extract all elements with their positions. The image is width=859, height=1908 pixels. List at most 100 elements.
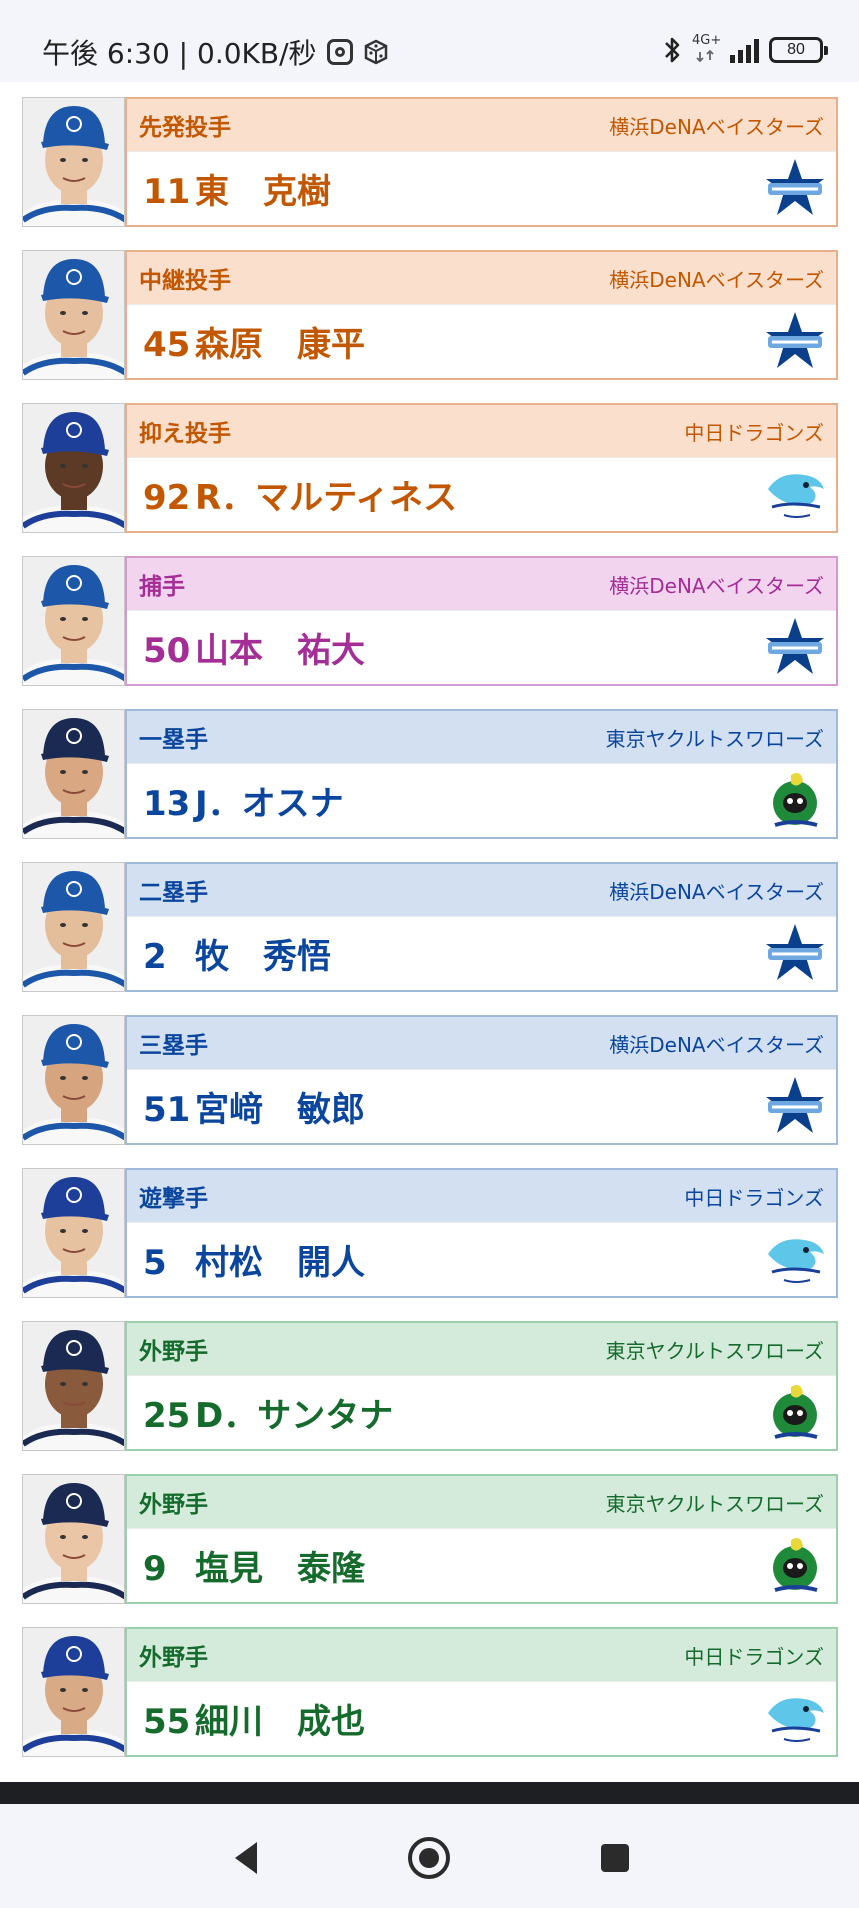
player-name: 宮﨑 敏郎 xyxy=(195,1090,365,1130)
team-logo-icon xyxy=(760,1381,830,1445)
team-logo-icon xyxy=(760,1534,830,1598)
player-nameline: 25 D．サンタナ xyxy=(143,1388,393,1437)
player-card[interactable]: 捕手 横浜DeNAベイスターズ 50 山本 祐大 xyxy=(22,556,838,686)
player-number: 55 xyxy=(143,1702,191,1742)
player-body: 45 森原 康平 xyxy=(127,304,836,378)
team-logo-icon xyxy=(760,769,830,833)
player-card[interactable]: 中継投手 横浜DeNAベイスターズ 45 森原 康平 xyxy=(22,250,838,380)
player-number: 51 xyxy=(143,1090,191,1130)
player-nameline: 92 R．マルティネス xyxy=(143,470,457,519)
player-header: 捕手 横浜DeNAベイスターズ xyxy=(127,558,836,610)
player-number: 11 xyxy=(143,172,191,212)
player-nameline: 5 村松 開人 xyxy=(143,1235,365,1284)
player-position: 先発投手 xyxy=(139,115,231,141)
player-header: 遊撃手 中日ドラゴンズ xyxy=(127,1170,836,1222)
player-body: 92 R．マルティネス xyxy=(127,457,836,531)
team-logo-icon xyxy=(760,463,830,527)
team-logo-icon xyxy=(760,1075,830,1139)
player-card[interactable]: 外野手 東京ヤクルトスワローズ 25 D．サンタナ xyxy=(22,1321,838,1451)
player-header: 中継投手 横浜DeNAベイスターズ xyxy=(127,252,836,304)
player-name: 塩見 泰隆 xyxy=(195,1549,365,1589)
player-number: 5 xyxy=(143,1243,167,1283)
player-nameline: 45 森原 康平 xyxy=(143,317,365,366)
team-logo-icon xyxy=(760,157,830,221)
player-photo xyxy=(22,862,125,992)
player-photo xyxy=(22,1015,125,1145)
player-card[interactable]: 三塁手 横浜DeNAベイスターズ 51 宮﨑 敏郎 xyxy=(22,1015,838,1145)
player-body: 5 村松 開人 xyxy=(127,1222,836,1296)
bluetooth-icon xyxy=(665,37,680,63)
player-number: 45 xyxy=(143,325,191,365)
player-body: 55 細川 成也 xyxy=(127,1681,836,1755)
player-team: 東京ヤクルトスワローズ xyxy=(605,726,824,751)
player-name: J．オスナ xyxy=(195,784,344,824)
player-photo xyxy=(22,1168,125,1298)
player-team: 横浜DeNAベイスターズ xyxy=(609,1032,824,1057)
player-position: 捕手 xyxy=(139,574,185,600)
player-name: 山本 祐大 xyxy=(195,631,365,671)
player-card[interactable]: 外野手 東京ヤクルトスワローズ 9 塩見 泰隆 xyxy=(22,1474,838,1604)
dice-icon xyxy=(364,39,387,65)
player-team: 横浜DeNAベイスターズ xyxy=(609,267,824,292)
player-photo xyxy=(22,709,125,839)
signal-icon xyxy=(730,37,759,63)
player-photo xyxy=(22,403,125,533)
recents-icon xyxy=(601,1844,629,1872)
player-body: 11 東 克樹 xyxy=(127,151,836,225)
player-position: 二塁手 xyxy=(139,880,208,906)
player-name: 森原 康平 xyxy=(195,325,365,365)
player-header: 抑え投手 中日ドラゴンズ xyxy=(127,405,836,457)
team-logo-icon xyxy=(760,310,830,374)
player-body: 9 塩見 泰隆 xyxy=(127,1528,836,1602)
player-name: R．マルティネス xyxy=(195,478,458,518)
network-4g-icon: 4G+ xyxy=(692,33,722,66)
player-name: 村松 開人 xyxy=(195,1243,365,1283)
player-position: 遊撃手 xyxy=(139,1186,208,1212)
player-photo xyxy=(22,556,125,686)
player-name: D．サンタナ xyxy=(195,1396,394,1436)
player-body: 25 D．サンタナ xyxy=(127,1375,836,1449)
player-photo xyxy=(22,1627,125,1757)
player-info: 一塁手 東京ヤクルトスワローズ 13 J．オスナ xyxy=(125,709,838,839)
battery-level: 80 xyxy=(787,41,805,58)
home-button[interactable] xyxy=(405,1834,453,1882)
player-card[interactable]: 外野手 中日ドラゴンズ 55 細川 成也 xyxy=(22,1627,838,1757)
player-nameline: 9 塩見 泰隆 xyxy=(143,1541,365,1590)
lineup-list: 先発投手 横浜DeNAベイスターズ 11 東 克樹 中継投手 横浜DeNAベイスターズ 45… xyxy=(22,97,838,1780)
team-logo-icon xyxy=(760,922,830,986)
player-card[interactable]: 二塁手 横浜DeNAベイスターズ 2 牧 秀悟 xyxy=(22,862,838,992)
player-nameline: 11 東 克樹 xyxy=(143,164,331,213)
instagram-icon xyxy=(326,39,353,65)
player-team: 中日ドラゴンズ xyxy=(684,1185,824,1210)
back-button[interactable] xyxy=(222,1834,270,1882)
player-position: 外野手 xyxy=(139,1492,208,1518)
status-time-network: 午後 6:30 | 0.0KB/秒 xyxy=(42,37,317,70)
navigation-bar xyxy=(0,1804,859,1908)
player-info: 先発投手 横浜DeNAベイスターズ 11 東 克樹 xyxy=(125,97,838,227)
player-info: 捕手 横浜DeNAベイスターズ 50 山本 祐大 xyxy=(125,556,838,686)
player-body: 2 牧 秀悟 xyxy=(127,916,836,990)
player-card[interactable]: 抑え投手 中日ドラゴンズ 92 R．マルティネス xyxy=(22,403,838,533)
team-logo-icon xyxy=(760,616,830,680)
player-card[interactable]: 遊撃手 中日ドラゴンズ 5 村松 開人 xyxy=(22,1168,838,1298)
status-right: 4G+ 80 xyxy=(662,33,828,66)
player-team: 東京ヤクルトスワローズ xyxy=(605,1491,824,1516)
player-team: 中日ドラゴンズ xyxy=(684,420,824,445)
player-header: 先発投手 横浜DeNAベイスターズ xyxy=(127,99,836,151)
network-label: 4G+ xyxy=(692,33,722,48)
player-position: 一塁手 xyxy=(139,727,208,753)
recents-button[interactable] xyxy=(591,1834,639,1882)
player-info: 外野手 中日ドラゴンズ 55 細川 成也 xyxy=(125,1627,838,1757)
player-card[interactable]: 先発投手 横浜DeNAベイスターズ 11 東 克樹 xyxy=(22,97,838,227)
player-photo xyxy=(22,1321,125,1451)
player-team: 東京ヤクルトスワローズ xyxy=(605,1338,824,1363)
player-number: 9 xyxy=(143,1549,167,1589)
team-logo-icon xyxy=(760,1228,830,1292)
player-header: 外野手 中日ドラゴンズ xyxy=(127,1629,836,1681)
player-body: 13 J．オスナ xyxy=(127,763,836,837)
status-bar: 午後 6:30 | 0.0KB/秒 4G+ 80 xyxy=(0,0,859,82)
player-nameline: 2 牧 秀悟 xyxy=(143,929,331,978)
player-header: 一塁手 東京ヤクルトスワローズ xyxy=(127,711,836,763)
player-position: 外野手 xyxy=(139,1645,208,1671)
player-card[interactable]: 一塁手 東京ヤクルトスワローズ 13 J．オスナ xyxy=(22,709,838,839)
